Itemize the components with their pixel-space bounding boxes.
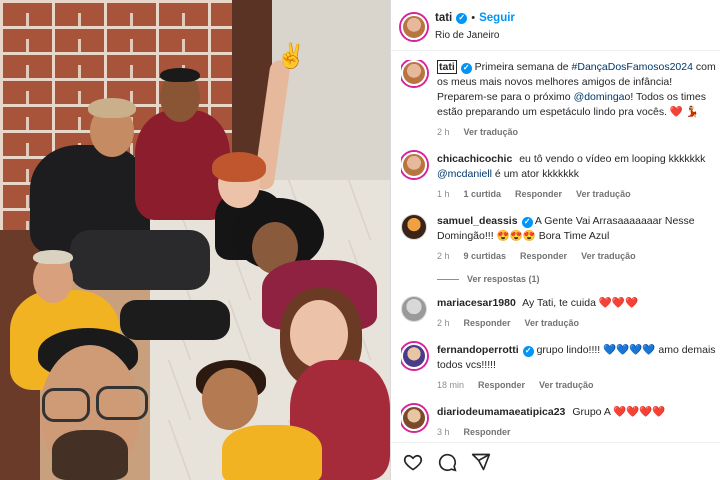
comment-item: diariodeumamaeatipica23 Grupo A ❤️❤️❤️❤️… [401, 405, 719, 440]
share-icon[interactable] [471, 452, 491, 472]
post-header: tati ✓ • Seguir Rio de Janeiro [401, 12, 515, 41]
reply-button[interactable]: Responder [478, 378, 525, 393]
comment-emojis: ❤️❤️❤️ [598, 297, 639, 309]
comment-emojis: 😍😍😍 [496, 230, 536, 242]
person-black-pants [70, 230, 210, 290]
comment-text: eu tô vendo o vídeo em looping kkkkkkk [519, 153, 706, 165]
comment-time[interactable]: 18 min [437, 378, 464, 393]
comment-text: grupo lindo!!!! [536, 344, 601, 356]
verified-icon: ✓ [522, 345, 534, 357]
reply-button[interactable]: Responder [520, 249, 567, 264]
back-wall [272, 0, 390, 200]
translate-button[interactable]: Ver tradução [525, 316, 580, 331]
caption-username[interactable]: tati [437, 60, 457, 74]
comment-text: Grupo A [572, 406, 611, 418]
verified-icon: ✓ [456, 12, 468, 24]
avatar[interactable] [401, 343, 427, 369]
person-hair [33, 250, 73, 264]
replies-line [437, 278, 459, 280]
person-hair [212, 152, 266, 182]
comment-item: fernandoperrotti ✓ grupo lindo!!!! 💙💙💙💙 a… [401, 343, 719, 393]
avatar[interactable] [401, 214, 427, 240]
person-black-pants [120, 300, 230, 340]
person-yellow-top [222, 425, 322, 480]
post-action-bar [391, 442, 720, 480]
comment-time[interactable]: 3 h [437, 425, 450, 440]
comment-username[interactable]: samuel_deassis [437, 215, 518, 227]
person-hair [160, 68, 200, 82]
post-location[interactable]: Rio de Janeiro [435, 30, 515, 41]
comment-username[interactable]: fernandoperrotti [437, 344, 519, 356]
comment-time[interactable]: 1 h [437, 187, 450, 202]
reply-button[interactable]: Responder [464, 316, 511, 331]
comments-list[interactable]: tati ✓ Primeira semana de #DançaDosFamoso… [401, 60, 719, 442]
header-divider [391, 50, 720, 51]
verified-icon: ✓ [460, 62, 472, 74]
likes-count[interactable]: 9 curtidas [464, 249, 507, 264]
comment-item: mariacesar1980 Ay Tati, te cuida ❤️❤️❤️ … [401, 296, 719, 331]
person-head [202, 368, 258, 430]
comment-username[interactable]: diariodeumamaeatipica23 [437, 406, 565, 418]
reply-button[interactable]: Responder [515, 187, 562, 202]
separator-dot: • [471, 12, 476, 24]
peace-sign-icon: ✌ [276, 43, 306, 70]
verified-icon: ✓ [521, 216, 533, 228]
comment-mention[interactable]: @mcdaniell [437, 168, 492, 180]
likes-count[interactable]: 1 curtida [464, 187, 502, 202]
comment-emojis: ❤️❤️❤️❤️ [613, 406, 666, 418]
person-head [290, 300, 348, 368]
person-beard [52, 430, 128, 480]
reply-button[interactable]: Responder [464, 425, 511, 440]
comment-time[interactable]: 2 h [437, 316, 450, 331]
author-username[interactable]: tati [435, 12, 452, 24]
comment-text: Bora Time Azul [535, 230, 610, 242]
caption-mention[interactable]: @domingao [574, 91, 631, 103]
translate-button[interactable]: Ver tradução [464, 125, 519, 140]
person-glasses [42, 388, 90, 422]
caption-emojis: ❤️ 💃 [669, 106, 699, 118]
comment-item: chicachicochic eu tô vendo o vídeo em lo… [401, 152, 719, 202]
caption-hashtag[interactable]: #DançaDosFamosos2024 [572, 61, 693, 73]
caption: tati ✓ Primeira semana de #DançaDosFamoso… [401, 60, 719, 140]
post-details-panel: tati ✓ • Seguir Rio de Janeiro tati ✓ Pri… [390, 0, 720, 480]
comment-icon[interactable] [437, 452, 457, 472]
avatar[interactable] [401, 13, 427, 40]
heart-icon[interactable] [403, 452, 423, 472]
caption-text: Primeira semana de [474, 61, 572, 73]
post-photo[interactable]: ✌ [0, 0, 390, 480]
view-replies-label: Ver respostas (1) [467, 274, 540, 284]
avatar[interactable] [401, 296, 427, 322]
translate-button[interactable]: Ver tradução [581, 249, 636, 264]
avatar[interactable] [401, 405, 427, 431]
view-replies-button[interactable]: Ver respostas (1) [437, 274, 719, 284]
person-hair [88, 98, 136, 118]
person-glasses [96, 386, 148, 420]
comment-username[interactable]: mariacesar1980 [437, 297, 516, 309]
comment-emojis: 💙💙💙💙 [603, 344, 656, 356]
avatar[interactable] [401, 152, 427, 178]
comment-username[interactable]: chicachicochic [437, 153, 512, 165]
avatar[interactable] [401, 60, 427, 86]
comment-text: é um ator kkkkkkk [492, 168, 579, 180]
translate-button[interactable]: Ver tradução [576, 187, 631, 202]
comment-text: Ay Tati, te cuida [522, 297, 596, 309]
translate-button[interactable]: Ver tradução [539, 378, 594, 393]
comment-item: samuel_deassis ✓ A Gente Vai Arrasaaaaaaa… [401, 214, 719, 264]
comment-time[interactable]: 2 h [437, 249, 450, 264]
caption-time[interactable]: 2 h [437, 125, 450, 140]
follow-button[interactable]: Seguir [479, 12, 515, 24]
